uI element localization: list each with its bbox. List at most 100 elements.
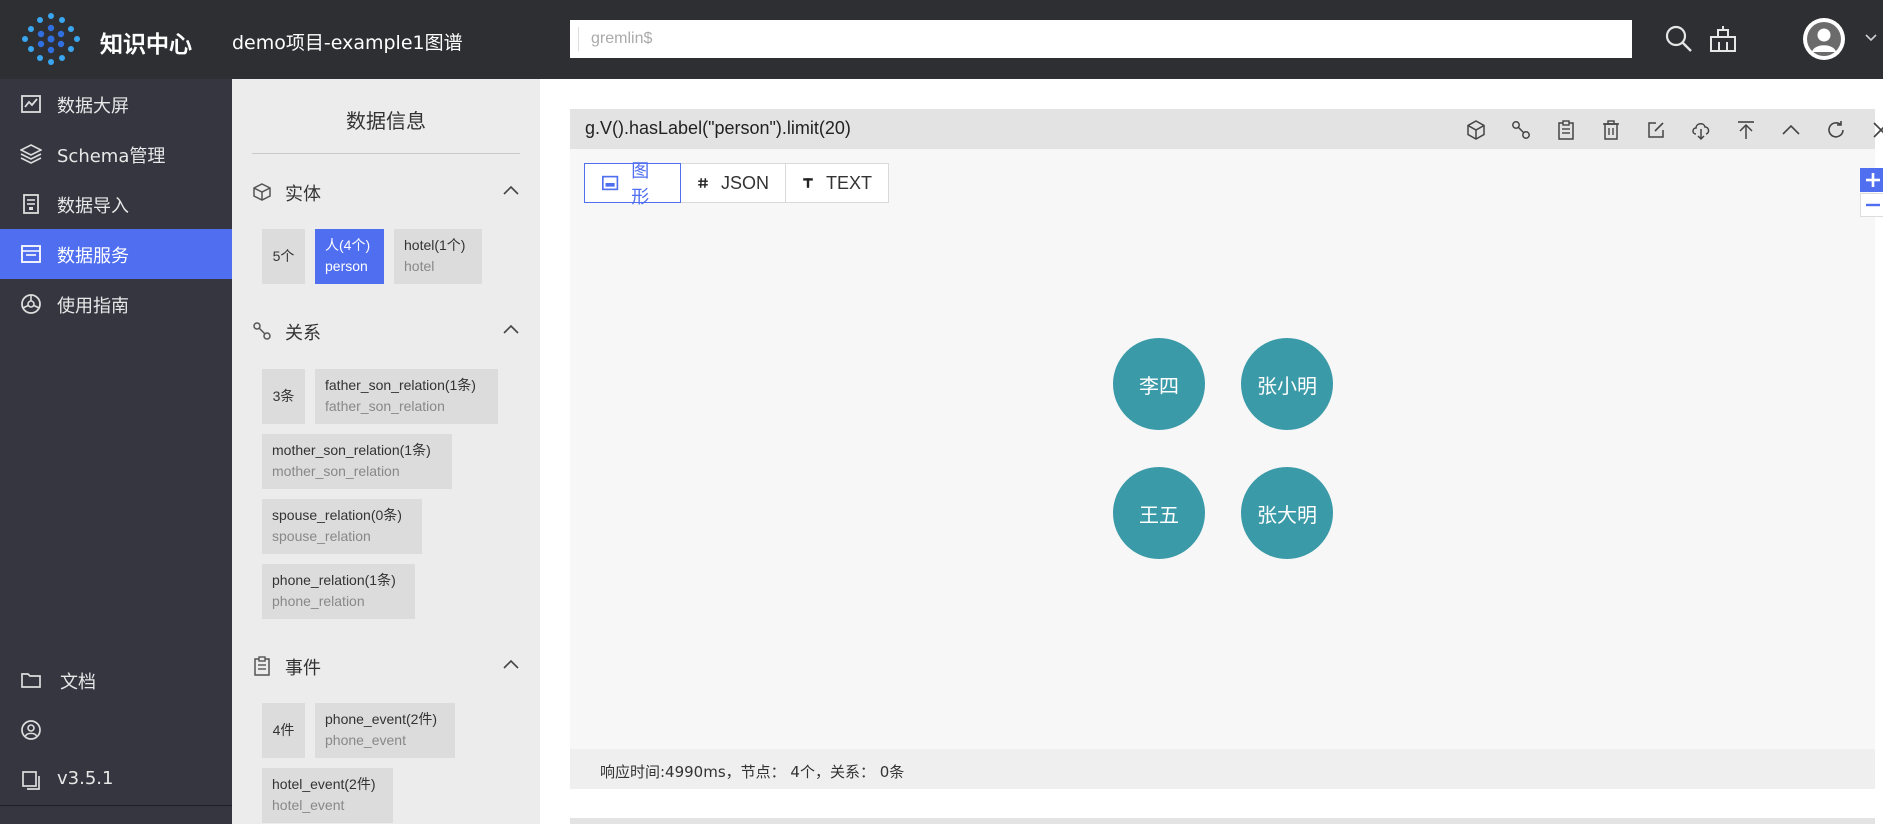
section-label: 事件	[285, 658, 321, 679]
main-content: g.V().hasLabel("person").limit(20) 图形 JS…	[540, 79, 1883, 824]
cube-icon	[253, 183, 271, 201]
pin-to-top-icon[interactable]	[1735, 119, 1757, 141]
chevron-up-icon[interactable]	[502, 184, 520, 196]
sidebar-item-account[interactable]	[0, 705, 232, 755]
chevron-up-icon[interactable]	[502, 323, 520, 335]
trash-icon[interactable]	[1600, 119, 1622, 141]
graph-node[interactable]: 张大明	[1241, 467, 1333, 559]
search-divider	[578, 27, 579, 51]
logo-icon	[22, 13, 80, 65]
event-tag-phone[interactable]: phone_event(2件) phone_event	[315, 703, 455, 758]
sidebar-item-dashboard[interactable]: 数据大屏	[0, 79, 232, 129]
cube-icon[interactable]	[1465, 119, 1487, 141]
chevron-up-icon[interactable]	[502, 658, 520, 670]
tag-sub: spouse_relation	[272, 528, 371, 544]
project-title[interactable]: demo项目-example1图谱	[232, 28, 463, 55]
gremlin-search-input[interactable]	[570, 20, 1632, 58]
tag-name: mother_son_relation(1条)	[272, 442, 431, 458]
sidebar-divider	[0, 805, 232, 806]
service-icon	[21, 245, 41, 263]
sidebar-item-label: 数据导入	[57, 196, 129, 217]
text-icon	[803, 178, 813, 188]
sidebar-item-data-service[interactable]: 数据服务	[0, 229, 232, 279]
search-icon[interactable]	[1664, 24, 1694, 54]
query-result-card: g.V().hasLabel("person").limit(20) 图形 JS…	[570, 109, 1883, 789]
chevron-up-icon[interactable]	[1780, 119, 1802, 141]
folder-icon	[21, 673, 41, 688]
zoom-in-icon[interactable]	[1860, 168, 1883, 192]
graph-node[interactable]: 李四	[1113, 338, 1205, 430]
sidebar-item-label: 使用指南	[57, 296, 129, 317]
relation-link-icon	[253, 322, 271, 340]
tag-name: phone_event(2件)	[325, 711, 438, 727]
hash-icon	[698, 178, 708, 188]
copy-icon	[22, 771, 40, 790]
relation-tag-father-son[interactable]: father_son_relation(1条) father_son_relat…	[315, 369, 498, 424]
tab-text[interactable]: TEXT	[785, 163, 889, 203]
graph-node[interactable]: 张小明	[1241, 338, 1333, 430]
tab-label: JSON	[720, 172, 769, 193]
tab-label: 图形	[631, 161, 650, 207]
section-event-header[interactable]: 事件	[252, 650, 520, 680]
tag-name: father_son_relation(1条)	[325, 377, 476, 393]
import-icon	[23, 194, 39, 214]
panel-divider	[252, 153, 520, 154]
tab-json[interactable]: JSON	[680, 163, 786, 203]
user-circle-icon	[21, 720, 41, 740]
edit-icon[interactable]	[1645, 119, 1667, 141]
graph-node[interactable]: 王五	[1113, 467, 1205, 559]
tag-sub: mother_son_relation	[272, 463, 400, 479]
status-text: 响应时间:4990ms，节点： 4个，关系： 0条	[600, 763, 905, 781]
sidebar-item-guide[interactable]: 使用指南	[0, 279, 232, 329]
user-silhouette-icon	[1804, 19, 1844, 59]
guide-icon	[21, 294, 41, 314]
chart-icon	[21, 95, 41, 113]
tag-name: hotel_event(2件)	[272, 776, 376, 792]
tag-name: spouse_relation(0条)	[272, 507, 402, 523]
section-relation-header[interactable]: 关系	[252, 315, 520, 345]
tag-sub: hotel	[404, 258, 435, 274]
sidebar-item-version[interactable]: v3.5.1	[0, 755, 232, 805]
view-tabs: 图形 JSON TEXT	[584, 161, 889, 207]
entity-tag-person[interactable]: 人(4个) person	[315, 229, 384, 284]
chevron-down-icon[interactable]	[1865, 32, 1877, 44]
tab-label: TEXT	[825, 172, 872, 193]
tag-sub: father_son_relation	[325, 398, 445, 414]
zoom-out-icon[interactable]	[1860, 193, 1883, 217]
tag-sub: phone_relation	[272, 593, 365, 609]
relation-tag-mother-son[interactable]: mother_son_relation(1条) mother_son_relat…	[262, 434, 452, 489]
event-tag-hotel[interactable]: hotel_event(2件) hotel_event	[262, 768, 393, 823]
cloud-download-icon[interactable]	[1690, 119, 1712, 141]
layers-icon	[20, 144, 42, 164]
sidebar: 数据大屏 Schema管理 数据导入 数据服务 使用指南 文档 v3.5.1	[0, 79, 232, 824]
gift-box-icon[interactable]	[1708, 24, 1738, 54]
relation-tag-phone[interactable]: phone_relation(1条) phone_relation	[262, 564, 415, 619]
relation-link-icon[interactable]	[1510, 119, 1532, 141]
sidebar-item-import[interactable]: 数据导入	[0, 179, 232, 229]
sidebar-item-label: 数据服务	[57, 246, 129, 267]
entity-tag-hotel[interactable]: hotel(1个) hotel	[394, 229, 482, 284]
relation-count-badge: 3条	[262, 369, 305, 424]
relation-tag-spouse[interactable]: spouse_relation(0条) spouse_relation	[262, 499, 422, 554]
query-toolbar: g.V().hasLabel("person").limit(20)	[570, 109, 1883, 149]
user-avatar[interactable]	[1803, 18, 1845, 60]
section-label: 关系	[285, 323, 321, 344]
query-text: g.V().hasLabel("person").limit(20)	[585, 118, 851, 138]
sidebar-item-label: 文档	[60, 672, 96, 693]
next-card-edge	[570, 818, 1875, 824]
clipboard-icon[interactable]	[1555, 119, 1577, 141]
data-info-panel: 数据信息 实体 5个 人(4个) person hotel(1个) hotel …	[232, 79, 540, 824]
status-bar: 响应时间:4990ms，节点： 4个，关系： 0条	[570, 749, 1875, 789]
sidebar-item-label: 数据大屏	[57, 96, 129, 117]
tab-graph[interactable]: 图形	[584, 161, 681, 207]
event-count-badge: 4件	[262, 703, 305, 758]
top-header: 知识中心 demo项目-example1图谱	[0, 0, 1883, 79]
tag-sub: phone_event	[325, 732, 406, 748]
close-icon[interactable]	[1870, 119, 1883, 141]
tag-name: hotel(1个)	[404, 237, 466, 253]
sidebar-item-schema[interactable]: Schema管理	[0, 129, 232, 179]
version-label: v3.5.1	[57, 768, 114, 789]
sidebar-item-docs[interactable]: 文档	[0, 655, 232, 705]
refresh-icon[interactable]	[1825, 119, 1847, 141]
section-entity-header[interactable]: 实体	[252, 176, 520, 206]
